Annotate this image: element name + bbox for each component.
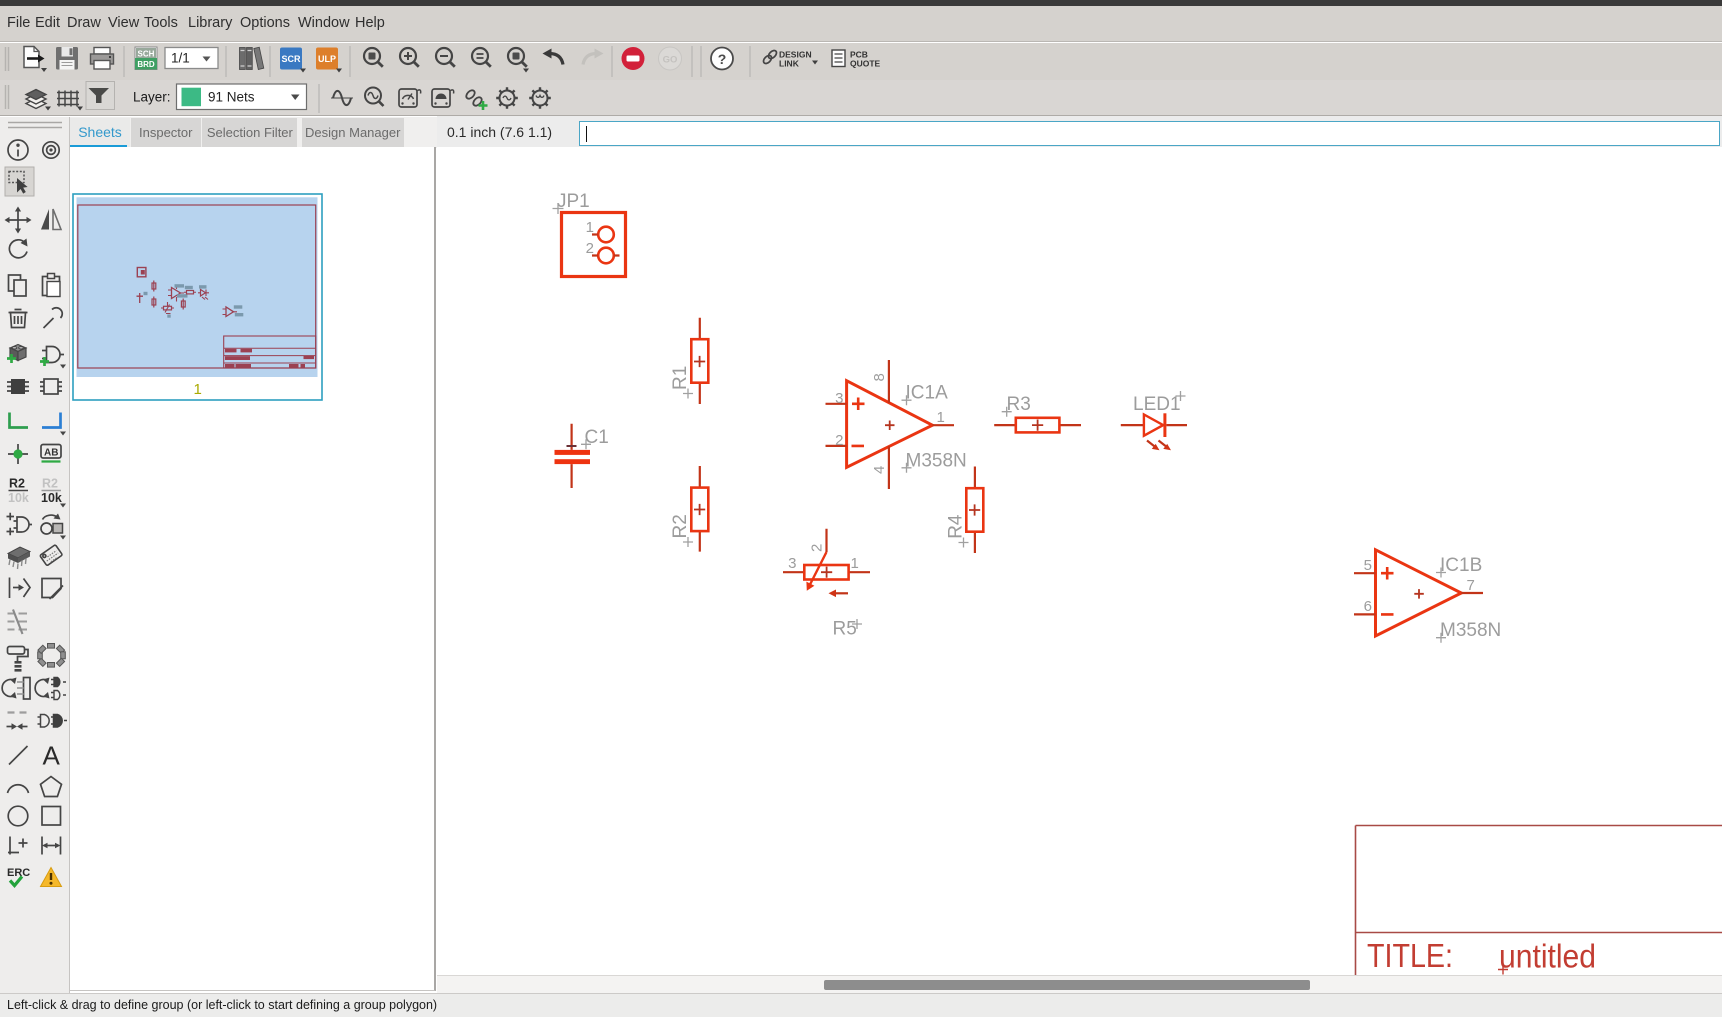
- svg-text:LINK: LINK: [779, 59, 800, 69]
- svg-text:91 Nets: 91 Nets: [208, 90, 255, 105]
- svg-text:SCR: SCR: [281, 54, 301, 64]
- svg-text:GO: GO: [663, 55, 678, 66]
- svg-text:8: 8: [871, 373, 888, 381]
- svg-text:IC1B: IC1B: [1440, 555, 1482, 576]
- svg-text:ERC: ERC: [7, 867, 30, 879]
- svg-text:BRD: BRD: [137, 60, 155, 69]
- svg-text:R2: R2: [670, 514, 691, 538]
- svg-text:untitled: untitled: [1499, 938, 1596, 975]
- svg-text:2: 2: [809, 544, 826, 552]
- svg-text:M358N: M358N: [1440, 620, 1501, 641]
- svg-text:R2: R2: [9, 477, 25, 491]
- svg-text:R1: R1: [670, 366, 691, 390]
- svg-text:1: 1: [937, 409, 945, 426]
- svg-text:R5: R5: [833, 619, 857, 640]
- svg-text:M358N: M358N: [906, 450, 967, 471]
- svg-text:1: 1: [586, 219, 594, 236]
- svg-text:2: 2: [835, 432, 843, 449]
- svg-text:3: 3: [788, 555, 796, 572]
- svg-text:Layer:: Layer:: [133, 90, 171, 105]
- svg-text:TITLE:: TITLE:: [1367, 937, 1453, 974]
- svg-text:6: 6: [1364, 598, 1372, 615]
- svg-text:SCH: SCH: [138, 50, 155, 59]
- svg-text:R2: R2: [42, 477, 58, 491]
- svg-text:1: 1: [851, 555, 859, 572]
- svg-text:4: 4: [871, 466, 888, 474]
- svg-text:AB: AB: [44, 448, 58, 459]
- svg-text:?: ?: [718, 51, 727, 67]
- svg-text:IC1A: IC1A: [906, 383, 949, 404]
- svg-text:10k: 10k: [8, 491, 29, 505]
- svg-text:QUOTE: QUOTE: [850, 59, 881, 69]
- svg-text:R4: R4: [946, 514, 967, 539]
- svg-text:2: 2: [586, 240, 594, 257]
- svg-text:7: 7: [1467, 577, 1475, 594]
- svg-text:LED1: LED1: [1133, 394, 1181, 415]
- svg-text:1: 1: [194, 381, 202, 398]
- svg-text:A: A: [43, 741, 61, 771]
- svg-text:5: 5: [1364, 557, 1372, 574]
- svg-text:10k: 10k: [41, 491, 62, 505]
- svg-text:1/1: 1/1: [171, 51, 190, 66]
- svg-text:ULP: ULP: [318, 54, 336, 64]
- svg-text:3: 3: [835, 390, 843, 407]
